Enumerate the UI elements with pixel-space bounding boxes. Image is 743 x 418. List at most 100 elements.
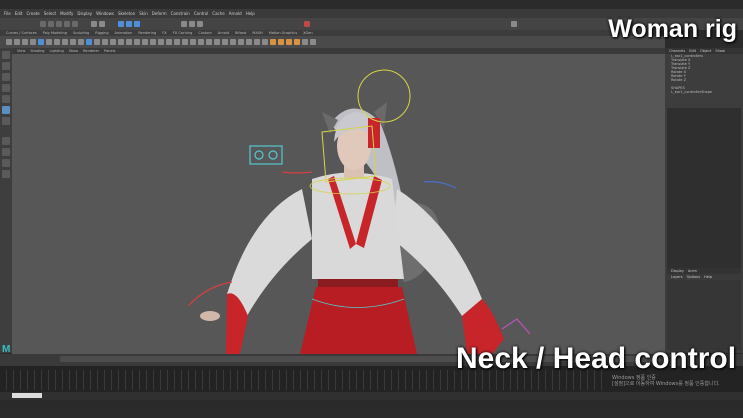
shelf-tool-icon[interactable] bbox=[62, 39, 68, 45]
shelf-tab-mash[interactable]: MASH bbox=[252, 31, 262, 35]
scale-tool-icon[interactable] bbox=[2, 106, 10, 114]
shelf-tab-animation[interactable]: Animation bbox=[115, 31, 133, 35]
select-tool-icon[interactable] bbox=[2, 51, 10, 59]
fk-ik-switch-right-control[interactable] bbox=[423, 181, 457, 189]
viewport-menu-renderer[interactable]: Renderer bbox=[83, 49, 99, 53]
shelf-tool-icon[interactable] bbox=[70, 39, 76, 45]
shape-name[interactable]: L_ear1_controllerShape bbox=[671, 90, 743, 94]
shelf-tool-icon[interactable] bbox=[14, 39, 20, 45]
layout-four-icon[interactable] bbox=[2, 148, 10, 156]
shelf-tab-custom[interactable]: Custom bbox=[198, 31, 211, 35]
move-tool-icon[interactable] bbox=[2, 84, 10, 92]
shelf-tab-arnold[interactable]: Arnold bbox=[218, 31, 229, 35]
viewport-3d[interactable] bbox=[12, 54, 665, 354]
shelf-tab-poly-modeling[interactable]: Poly Modeling bbox=[43, 31, 67, 35]
viewport-menu-view[interactable]: View bbox=[17, 49, 25, 53]
layout-single-icon[interactable] bbox=[2, 137, 10, 145]
shelf-tool-icon[interactable] bbox=[254, 39, 260, 45]
paint-select-tool-icon[interactable] bbox=[2, 73, 10, 81]
snap-curve-icon[interactable] bbox=[126, 21, 132, 27]
shelf-tab-sculpting[interactable]: Sculpting bbox=[73, 31, 89, 35]
sign-in-icon[interactable] bbox=[511, 21, 517, 27]
menu-display[interactable]: Display bbox=[77, 11, 92, 16]
menu-help[interactable]: Help bbox=[246, 11, 255, 16]
channel-box-tab-object[interactable]: Object bbox=[700, 49, 711, 53]
shelf-tab-xgen[interactable]: XGen bbox=[303, 31, 312, 35]
viewport-menu-panels[interactable]: Panels bbox=[104, 49, 115, 53]
shelf-tool-icon[interactable] bbox=[286, 39, 292, 45]
fk-ik-switch-left-control[interactable] bbox=[281, 171, 313, 174]
open-scene-icon[interactable] bbox=[48, 21, 54, 27]
shelf-tool-icon[interactable] bbox=[238, 39, 244, 45]
shelf-tool-icon[interactable] bbox=[94, 39, 100, 45]
mel-command-input[interactable] bbox=[12, 393, 42, 398]
shelf-tool-icon[interactable] bbox=[270, 39, 276, 45]
viewport-menu-show[interactable]: Show bbox=[69, 49, 78, 53]
menu-edit[interactable]: Edit bbox=[15, 11, 23, 16]
channel-rotate-z[interactable]: Rotate Z bbox=[671, 78, 743, 82]
shelf-tool-icon[interactable] bbox=[142, 39, 148, 45]
select-by-object-icon[interactable] bbox=[99, 21, 105, 27]
shelf-tab-bifrost[interactable]: Bifrost bbox=[235, 31, 246, 35]
shelf-tab-fx[interactable]: FX bbox=[162, 31, 166, 35]
shelf-tool-icon[interactable] bbox=[262, 39, 268, 45]
rotate-tool-icon[interactable] bbox=[2, 95, 10, 103]
viewport-menu-shading[interactable]: Shading bbox=[30, 49, 44, 53]
shelf-tool-icon[interactable] bbox=[294, 39, 300, 45]
ipr-render-icon[interactable] bbox=[189, 21, 195, 27]
shelf-tool-icon[interactable] bbox=[166, 39, 172, 45]
shelf-tool-icon[interactable] bbox=[302, 39, 308, 45]
channel-box-tab-edit[interactable]: Edit bbox=[689, 49, 696, 53]
shelf-tool-icon[interactable] bbox=[222, 39, 228, 45]
shelf-tab-fx-caching[interactable]: FX Caching bbox=[173, 31, 193, 35]
layout-outliner-icon[interactable] bbox=[2, 170, 10, 178]
shelf-tool-icon[interactable] bbox=[158, 39, 164, 45]
menu-windows[interactable]: Windows bbox=[96, 11, 114, 16]
layer-tab-anim[interactable]: Anim bbox=[688, 269, 697, 273]
snap-grid-icon[interactable] bbox=[118, 21, 124, 27]
record-icon[interactable] bbox=[304, 21, 310, 27]
viewport-menu-lighting[interactable]: Lighting bbox=[50, 49, 64, 53]
menu-control[interactable]: Control bbox=[194, 11, 208, 16]
render-settings-icon[interactable] bbox=[197, 21, 203, 27]
shelf-tool-icon[interactable] bbox=[174, 39, 180, 45]
shelf-tool-icon[interactable] bbox=[22, 39, 28, 45]
save-scene-icon[interactable] bbox=[56, 21, 62, 27]
shelf-tool-icon[interactable] bbox=[86, 39, 92, 45]
shelf-tool-icon[interactable] bbox=[246, 39, 252, 45]
shelf-tool-icon[interactable] bbox=[182, 39, 188, 45]
layer-menu-help[interactable]: Help bbox=[704, 275, 712, 279]
menu-arnold[interactable]: Arnold bbox=[229, 11, 242, 16]
layer-menu-layers[interactable]: Layers bbox=[671, 275, 683, 279]
last-tool-icon[interactable] bbox=[2, 117, 10, 125]
shelf-tool-icon[interactable] bbox=[206, 39, 212, 45]
layer-menu-options[interactable]: Options bbox=[687, 275, 701, 279]
left-hand-control[interactable] bbox=[187, 281, 233, 307]
menu-modify[interactable]: Modify bbox=[60, 11, 73, 16]
shelf-tab-rendering[interactable]: Rendering bbox=[138, 31, 156, 35]
shelf-tool-icon[interactable] bbox=[30, 39, 36, 45]
menu-constrain[interactable]: Constrain bbox=[171, 11, 190, 16]
shelf-tab-curves[interactable]: Curves / Surfaces bbox=[6, 31, 37, 35]
shelf-tool-icon[interactable] bbox=[78, 39, 84, 45]
shelf-tool-icon[interactable] bbox=[6, 39, 12, 45]
right-hand-control[interactable] bbox=[501, 318, 531, 335]
shelf-tool-icon[interactable] bbox=[110, 39, 116, 45]
shelf-tool-icon[interactable] bbox=[134, 39, 140, 45]
snap-point-icon[interactable] bbox=[134, 21, 140, 27]
undo-icon[interactable] bbox=[64, 21, 70, 27]
menu-create[interactable]: Create bbox=[26, 11, 39, 16]
shelf-tool-icon[interactable] bbox=[190, 39, 196, 45]
shelf-tool-icon[interactable] bbox=[150, 39, 156, 45]
shelf-tab-motion-graphics[interactable]: Motion Graphics bbox=[269, 31, 297, 35]
eye-control-right[interactable] bbox=[268, 150, 278, 160]
menu-skeleton[interactable]: Skeleton bbox=[118, 11, 135, 16]
menu-cache[interactable]: Cache bbox=[212, 11, 224, 16]
shelf-tool-icon[interactable] bbox=[54, 39, 60, 45]
menu-select[interactable]: Select bbox=[44, 11, 56, 16]
layout-side-icon[interactable] bbox=[2, 159, 10, 167]
shelf-tool-icon[interactable] bbox=[118, 39, 124, 45]
lasso-tool-icon[interactable] bbox=[2, 62, 10, 70]
select-by-hierarchy-icon[interactable] bbox=[91, 21, 97, 27]
shelf-tool-icon[interactable] bbox=[126, 39, 132, 45]
